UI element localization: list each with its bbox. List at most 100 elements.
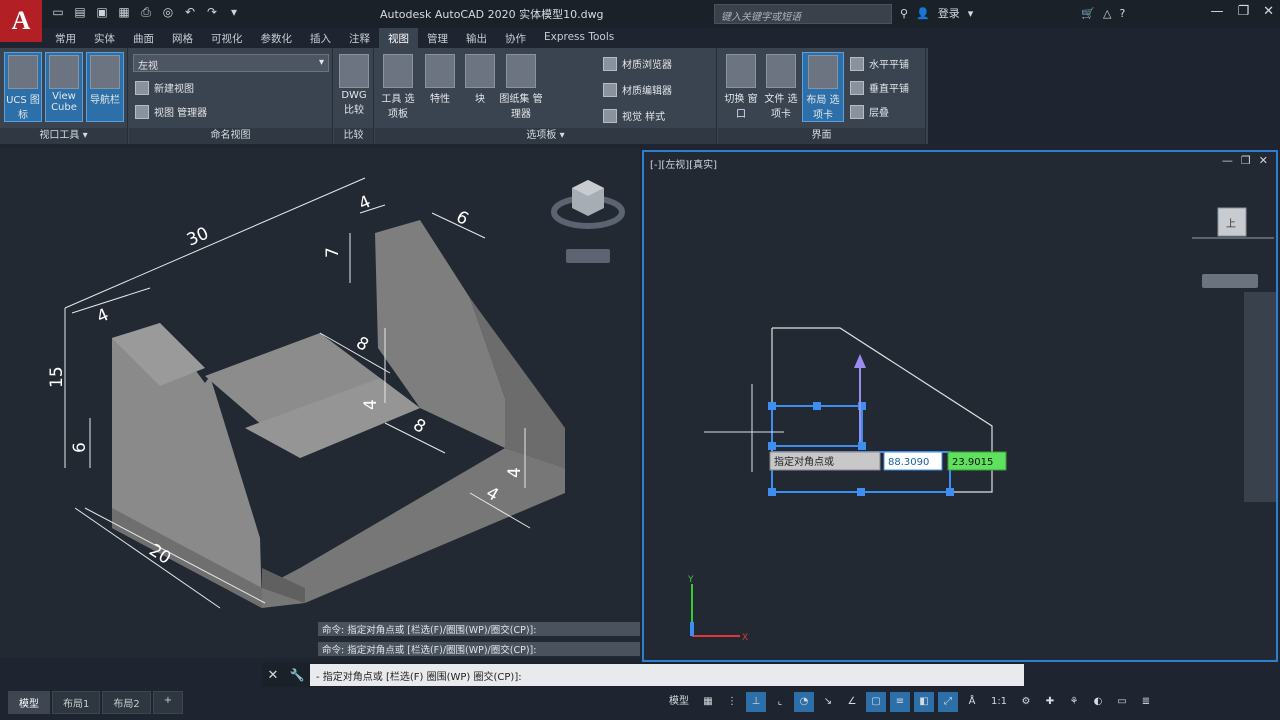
sign-in-label[interactable]: 登录 xyxy=(938,5,960,21)
left-viewport[interactable]: 30 4 6 7 4 15 8 4 6 8 4 4 20 xyxy=(0,148,640,658)
help-icon[interactable]: ? xyxy=(1119,7,1125,20)
tab-collaborate[interactable]: 协作 xyxy=(496,28,535,48)
undo-icon[interactable]: ↶ xyxy=(182,4,198,20)
tab-model[interactable]: 模型 xyxy=(8,691,50,714)
customize-icon[interactable]: ≣ xyxy=(1136,692,1156,712)
navbar-button[interactable]: 导航栏 xyxy=(86,52,124,122)
model-space-toggle[interactable]: 模型 xyxy=(664,692,694,712)
tile-vertical-icon xyxy=(850,80,864,95)
panel-label-viewport-tools[interactable]: 视口工具 ▾ xyxy=(0,128,127,144)
redo-icon[interactable]: ↷ xyxy=(204,4,220,20)
block-button[interactable]: 块 xyxy=(461,52,499,122)
application-menu-button[interactable]: A xyxy=(0,0,42,42)
panel-label-palettes[interactable]: 选项板 ▾ xyxy=(375,128,716,144)
gizmo-arrow-icon[interactable] xyxy=(854,354,866,368)
ucs-icon-button[interactable]: UCS 图标 xyxy=(4,52,42,122)
dim-8-mid: 8 xyxy=(353,333,372,356)
switch-windows-button[interactable]: 切换 窗口 xyxy=(722,52,760,122)
polar-tracking-icon[interactable]: ◔ xyxy=(794,692,814,712)
dim-4-right: 4 xyxy=(505,467,525,478)
grid-icon[interactable]: ▦ xyxy=(698,692,718,712)
view-manager-button[interactable]: 视图 管理器 xyxy=(135,104,207,119)
snap-icon[interactable]: ⋮ xyxy=(722,692,742,712)
transparency-icon[interactable]: ◧ xyxy=(914,692,934,712)
hardware-acceleration-icon[interactable]: ◐ xyxy=(1088,692,1108,712)
materials-editor-button[interactable]: 材质编辑器 xyxy=(603,82,672,97)
new-file-icon[interactable]: ▭ xyxy=(50,4,66,20)
lineweight-icon[interactable]: ≡ xyxy=(890,692,910,712)
qat-dropdown-icon[interactable]: ▾ xyxy=(226,4,242,20)
dim-6-left: 6 xyxy=(70,442,90,453)
annotation-scale-icon[interactable]: Å xyxy=(962,692,982,712)
user-icon[interactable]: 👤 xyxy=(916,7,930,20)
selected-rect-upper[interactable] xyxy=(771,405,863,447)
tab-manage[interactable]: 管理 xyxy=(418,28,457,48)
scale-label[interactable]: 1:1 xyxy=(986,692,1012,712)
gear-icon[interactable]: ⚙ xyxy=(1016,692,1036,712)
wrench-icon[interactable]: 🔧 xyxy=(284,668,310,682)
viewcube-icon xyxy=(49,55,79,89)
command-line: ✕ 🔧 - 指定对角点或 [栏选(F) 圈围(WP) 圈交(CP)]: xyxy=(262,663,1024,687)
add-layout-button[interactable]: + xyxy=(152,691,184,714)
cascade-button[interactable]: 层叠 xyxy=(850,104,889,119)
named-view-combo[interactable]: 左视 ▾ xyxy=(133,54,329,72)
tile-horizontal-icon xyxy=(850,56,864,71)
restore-button[interactable]: ❐ xyxy=(1237,4,1249,19)
save-as-icon[interactable]: ▦ xyxy=(116,4,132,20)
object-snap-icon[interactable]: ▢ xyxy=(866,692,886,712)
search-input[interactable]: 键入关键字或短语 xyxy=(714,4,892,24)
tab-solid[interactable]: 实体 xyxy=(85,28,124,48)
cart-icon[interactable]: 🛒 xyxy=(1081,7,1095,20)
wcs-menu-button[interactable] xyxy=(1202,274,1258,288)
autodesk-a360-icon[interactable]: △ xyxy=(1103,7,1111,20)
file-tabs-button[interactable]: 文件 选项卡 xyxy=(762,52,800,122)
visual-styles-button[interactable]: 视觉 样式 xyxy=(603,108,665,123)
dynamic-input-icon[interactable]: ⌞ xyxy=(770,692,790,712)
tab-view[interactable]: 视图 xyxy=(379,28,418,48)
plot-icon[interactable]: ⎙ xyxy=(138,4,154,20)
right-viewport[interactable]: [-][左视][真实] — ❐ ✕ 指定对角点或 88.3090 23.9015… xyxy=(642,150,1278,662)
input-y-value: 23.9015 xyxy=(952,457,993,468)
close-icon[interactable]: ✕ xyxy=(262,668,284,683)
tab-layout1[interactable]: 布局1 xyxy=(52,691,101,714)
infer-constraints-icon[interactable]: ⊥ xyxy=(746,692,766,712)
ucs-y-label: Y xyxy=(687,575,694,585)
clean-screen-icon[interactable]: ▭ xyxy=(1112,692,1132,712)
open-file-icon[interactable]: ▤ xyxy=(72,4,88,20)
sheet-set-manager-button[interactable]: 图纸集 管理器 xyxy=(499,52,543,122)
properties-button[interactable]: 特性 xyxy=(421,52,459,122)
tab-surface[interactable]: 曲面 xyxy=(124,28,163,48)
tab-mesh[interactable]: 网格 xyxy=(163,28,202,48)
plus-icon[interactable]: ✚ xyxy=(1040,692,1060,712)
tab-layout2[interactable]: 布局2 xyxy=(102,691,151,714)
layout-tabs-button[interactable]: 布局 选项卡 xyxy=(802,52,844,122)
viewcube-icon[interactable] xyxy=(551,180,625,263)
tab-insert[interactable]: 插入 xyxy=(301,28,340,48)
tile-vertical-button[interactable]: 垂直平铺 xyxy=(850,80,909,95)
tab-express-tools[interactable]: Express Tools xyxy=(535,28,623,48)
new-view-button[interactable]: 新建视图 xyxy=(135,80,194,95)
tab-home[interactable]: 常用 xyxy=(46,28,85,48)
command-input[interactable]: - 指定对角点或 [栏选(F) 圈围(WP) 圈交(CP)]: xyxy=(310,664,1024,686)
materials-browser-button[interactable]: 材质浏览器 xyxy=(603,56,672,71)
viewcube-button[interactable]: View Cube xyxy=(45,52,83,122)
object-snap-tracking-icon[interactable]: ∠ xyxy=(842,692,862,712)
tool-palettes-icon xyxy=(383,54,413,88)
tab-output[interactable]: 输出 xyxy=(457,28,496,48)
tab-visualize[interactable]: 可视化 xyxy=(202,28,252,48)
tool-palettes-button[interactable]: 工具 选项板 xyxy=(379,52,417,122)
close-button[interactable]: ✕ xyxy=(1263,4,1274,19)
navigation-bar[interactable] xyxy=(1244,292,1276,502)
minimize-button[interactable]: — xyxy=(1210,4,1223,19)
chevron-down-icon[interactable]: ▾ xyxy=(968,7,974,20)
binoculars-icon[interactable]: ⚲ xyxy=(900,7,908,20)
tile-horizontal-button[interactable]: 水平平铺 xyxy=(850,56,909,71)
isolate-objects-icon[interactable]: ⚘ xyxy=(1064,692,1084,712)
save-icon[interactable]: ▣ xyxy=(94,4,110,20)
selection-cycling-icon[interactable]: ⤢ xyxy=(938,692,958,712)
tab-parametric[interactable]: 参数化 xyxy=(252,28,302,48)
web-icon[interactable]: ◎ xyxy=(160,4,176,20)
tab-annotate[interactable]: 注释 xyxy=(340,28,379,48)
dwg-compare-button[interactable]: DWG 比较 xyxy=(335,52,373,122)
isodraft-icon[interactable]: ↘ xyxy=(818,692,838,712)
